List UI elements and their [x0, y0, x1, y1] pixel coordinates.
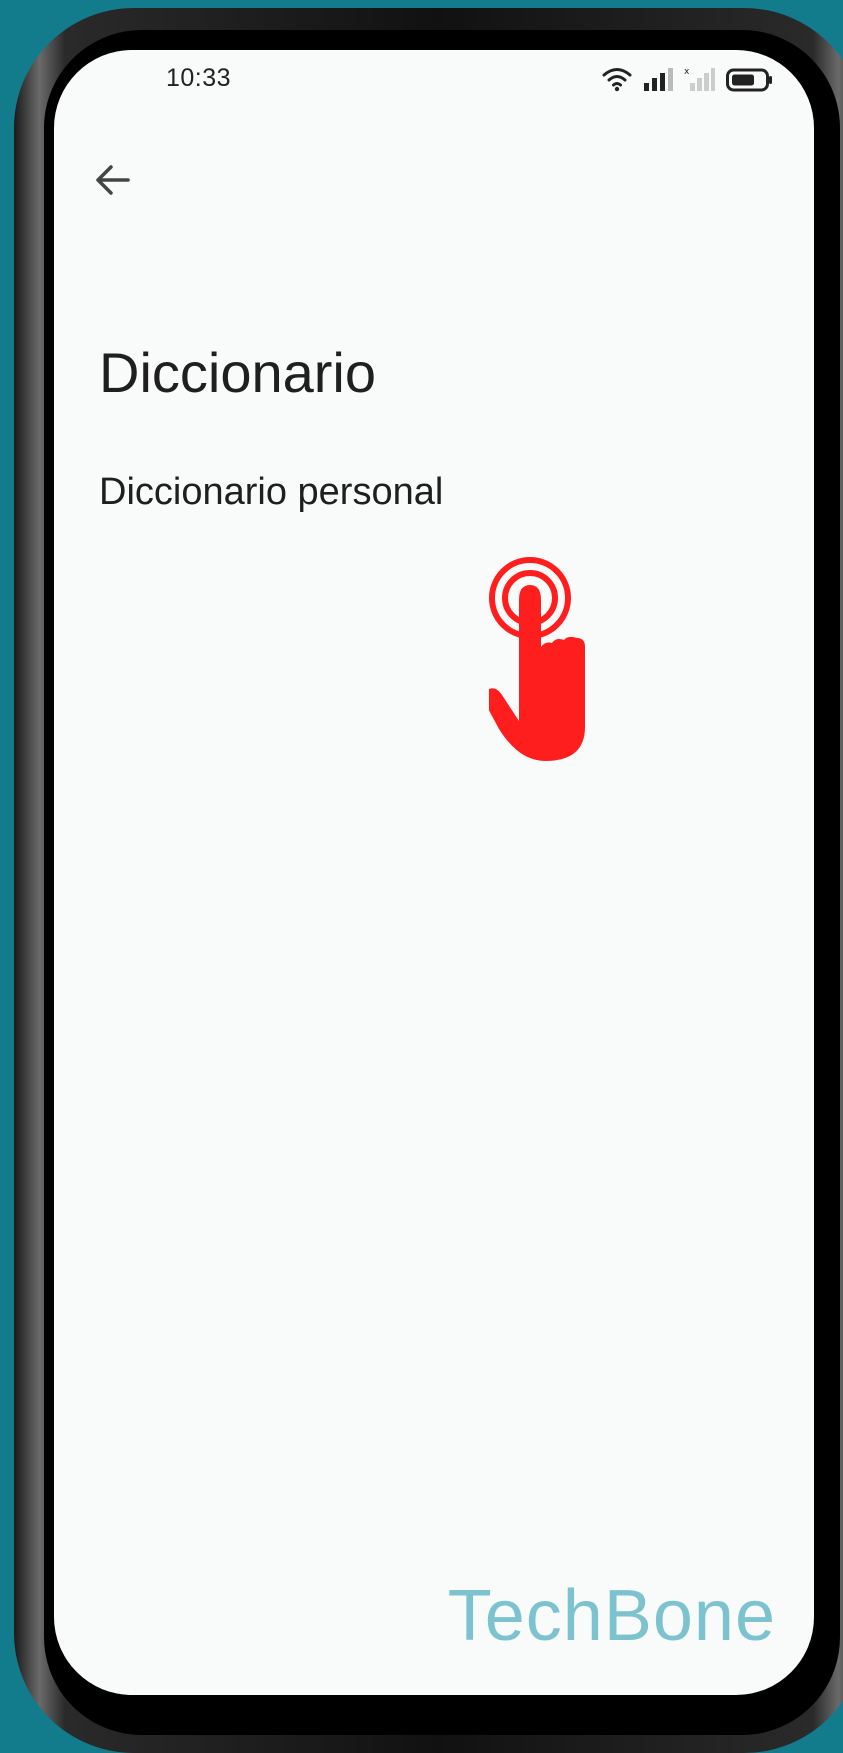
arrow-back-icon	[96, 165, 130, 195]
status-time: 10:33	[166, 64, 232, 92]
signal-icon	[644, 68, 673, 91]
tap-hand-icon	[483, 555, 619, 770]
page-title: Diccionario	[99, 341, 376, 404]
status-icons: x	[602, 64, 774, 92]
list-item-label: Diccionario personal	[99, 471, 444, 513]
phone-screen: 10:33 x Diccionario Diccionario personal…	[54, 50, 814, 1695]
watermark-logo: TechBone	[447, 1576, 776, 1656]
list-item-personal-dictionary[interactable]: Diccionario personal	[99, 462, 779, 522]
wifi-icon	[602, 68, 632, 92]
back-button[interactable]	[82, 150, 142, 210]
battery-icon	[726, 68, 772, 92]
status-bar: 10:33 x	[54, 50, 814, 110]
svg-text:x: x	[684, 67, 690, 77]
signal-no-service-icon: x	[684, 67, 715, 91]
